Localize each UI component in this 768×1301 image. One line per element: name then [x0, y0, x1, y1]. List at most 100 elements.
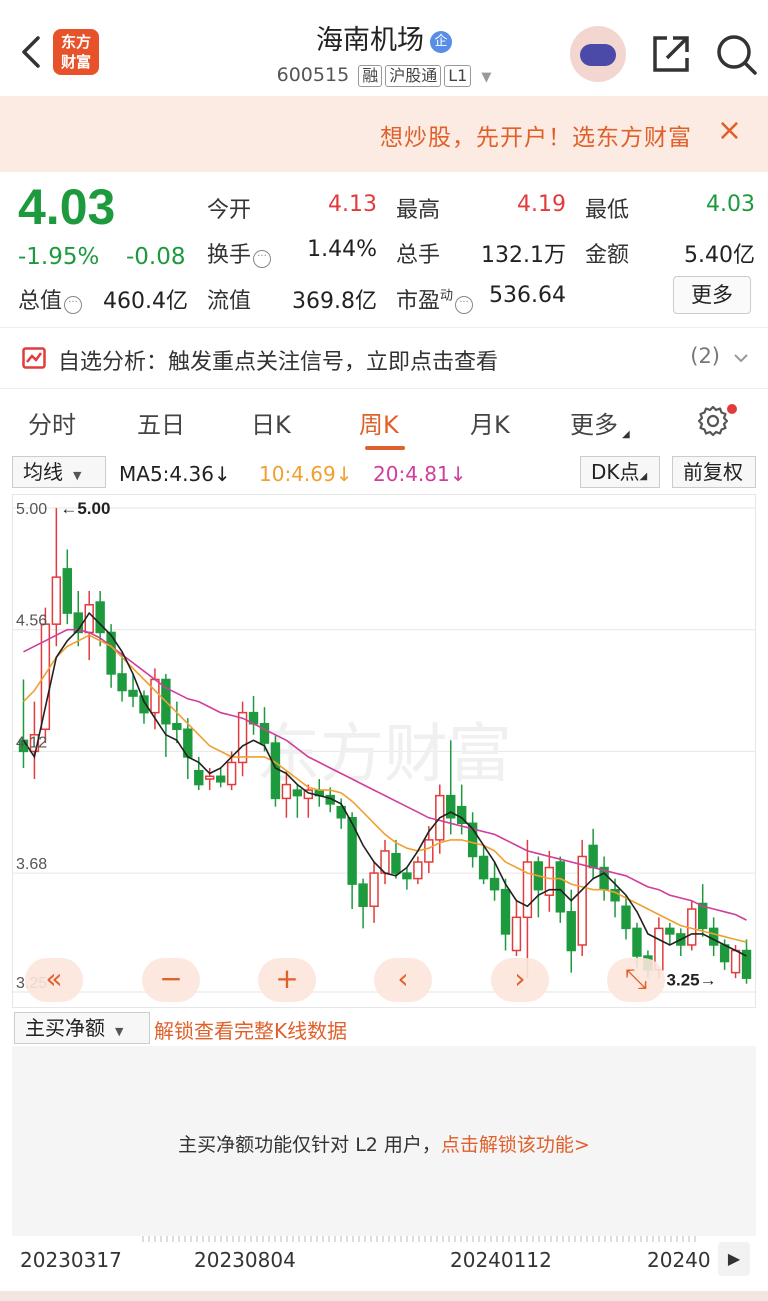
- info-icon[interactable]: ···: [253, 250, 272, 268]
- turnover-label-text: 换手: [207, 243, 252, 268]
- adjust-mode-button[interactable]: 前复权: [672, 456, 756, 488]
- high-label: 最高: [396, 198, 441, 223]
- share-icon[interactable]: [649, 32, 693, 76]
- candle-body: [621, 905, 631, 930]
- more-button[interactable]: 更多: [673, 276, 751, 314]
- scroll-left-button[interactable]: ‹: [374, 958, 432, 1002]
- y-tick-label: 4.12: [16, 734, 47, 751]
- candle-body: [369, 872, 379, 908]
- timeline: 20230317 20230804 20240112 20240 ▶: [0, 1236, 768, 1286]
- tab-monthly-k[interactable]: 月K: [470, 405, 510, 440]
- unlock-kline-link[interactable]: 解锁查看完整K线数据: [154, 1015, 347, 1044]
- ma20-value: 20:4.81↓: [373, 462, 467, 486]
- candle-body: [708, 927, 719, 946]
- timeline-date: 20230804: [194, 1248, 296, 1272]
- promo-text[interactable]: 想炒股，先开户！选东方财富: [380, 118, 692, 152]
- company-badge: 企: [430, 31, 452, 53]
- unlock-feature-link[interactable]: 点击解锁该功能>: [441, 1134, 590, 1156]
- candle-body: [215, 775, 226, 783]
- change-percent: -1.95%: [18, 244, 100, 270]
- tab-more-label: 更多: [570, 411, 618, 439]
- zoom-out-button[interactable]: −: [142, 958, 200, 1002]
- candle-body: [424, 839, 434, 863]
- y-tick-label: 4.56: [16, 613, 47, 630]
- info-icon[interactable]: ···: [455, 296, 474, 314]
- pe-label[interactable]: 市盈动 ···: [396, 283, 474, 315]
- promo-banner[interactable]: 想炒股，先开户！选东方财富 ×: [0, 96, 768, 172]
- gear-icon[interactable]: [696, 404, 730, 438]
- timeline-ticks: [142, 1236, 696, 1242]
- candle-body: [391, 852, 401, 874]
- dk-point-button[interactable]: DK点◢: [580, 456, 660, 488]
- tab-intraday[interactable]: 分时: [28, 405, 76, 440]
- indicator-row: 主买净额 ▼ 解锁查看完整K线数据: [0, 1010, 768, 1046]
- corner-triangle-icon: ◢: [622, 429, 630, 440]
- tag-margin: 融: [358, 65, 383, 87]
- tab-more[interactable]: 更多 ◢: [570, 405, 630, 440]
- y-tick-label: 5.00: [16, 501, 47, 518]
- info-icon[interactable]: ···: [64, 296, 83, 314]
- open-label: 今开: [207, 198, 252, 223]
- indicator-panel: 主买净额功能仅针对 L2 用户，点击解锁该功能>: [12, 1046, 756, 1236]
- dk-point-label: DK点: [591, 460, 640, 484]
- tab-weekly-k[interactable]: 周K: [359, 405, 399, 440]
- candle-body: [292, 789, 303, 797]
- tab-daily-k[interactable]: 日K: [251, 405, 291, 440]
- candle-body: [566, 911, 576, 952]
- timeline-date: 20240112: [450, 1248, 552, 1272]
- candle-body: [730, 949, 741, 974]
- indicator-type-select[interactable]: 均线 ▼: [12, 456, 106, 488]
- candle-body: [489, 877, 500, 891]
- header: 东方 财富 海南机场企 600515 融沪股通 L1 ▼: [0, 0, 768, 96]
- stock-name: 海南机场: [316, 25, 424, 56]
- quote-panel: 4.03 -1.95% -0.08 今开 4.13 最高 4.19 最低 4.0…: [0, 172, 768, 328]
- timeline-next-button[interactable]: ▶: [718, 1242, 750, 1276]
- high-value: 4.19: [517, 192, 566, 217]
- pe-label-text: 市盈: [396, 289, 441, 314]
- max-price-label: ←5.00: [60, 499, 110, 518]
- scroll-right-button[interactable]: ›: [491, 958, 549, 1002]
- dropdown-caret-icon[interactable]: ▼: [481, 70, 491, 85]
- candle-body: [62, 568, 72, 614]
- indicator-message: 主买净额功能仅针对 L2 用户，点击解锁该功能>: [12, 1130, 756, 1157]
- change-amount: -0.08: [126, 244, 186, 270]
- tab-five-day[interactable]: 五日: [137, 405, 185, 440]
- active-tab-indicator: [365, 446, 405, 450]
- scroll-start-button[interactable]: «: [25, 958, 83, 1002]
- candle-body: [128, 689, 138, 697]
- candle-body: [555, 861, 565, 913]
- watchlist-analysis-row[interactable]: 自选分析：触发重点关注信号，立即点击查看 (2): [0, 329, 768, 389]
- min-price-label: 3.25→: [667, 971, 717, 990]
- amount-label: 金额: [585, 243, 630, 268]
- turnover-label[interactable]: 换手 ···: [207, 237, 272, 269]
- candle-body: [270, 742, 281, 800]
- timeline-date: 20240: [647, 1248, 711, 1272]
- candle-body: [665, 927, 675, 935]
- candle-body: [511, 916, 522, 952]
- indicator-select[interactable]: 主买净额 ▼: [14, 1012, 150, 1044]
- candle-body: [51, 576, 62, 625]
- ma10-value: 10:4.69↓: [259, 462, 353, 486]
- close-icon[interactable]: ×: [717, 116, 742, 146]
- indicator-select-label: 主买净额: [25, 1016, 105, 1040]
- market-cap-label-text: 总值: [18, 289, 63, 314]
- candle-body: [413, 861, 423, 880]
- candle-body: [632, 927, 642, 957]
- chevron-down-icon[interactable]: [732, 351, 750, 365]
- moving-average-row: 均线 ▼ MA5:4.36↓ 10:4.69↓ 20:4.81↓ DK点◢ 前复权: [0, 456, 768, 494]
- timeline-date: 20230317: [20, 1248, 122, 1272]
- period-tabs: 分时 五日 日K 周K 月K 更多 ◢: [0, 390, 768, 454]
- market-cap-label[interactable]: 总值 ···: [18, 283, 83, 315]
- zoom-in-button[interactable]: +: [258, 958, 316, 1002]
- fullscreen-button[interactable]: ⤡: [607, 958, 665, 1002]
- pe-superscript: 动: [440, 288, 454, 304]
- chart-watermark: 东方财富: [256, 718, 512, 790]
- robot-avatar-icon[interactable]: [570, 26, 626, 82]
- indicator-type-label: 均线: [23, 460, 63, 484]
- candle-body: [478, 855, 489, 880]
- candlestick-chart[interactable]: 东方财富 5.004.564.123.683.25 ←5.00 3.25→: [12, 494, 756, 1008]
- candle-body: [205, 775, 215, 780]
- search-icon[interactable]: [714, 32, 758, 76]
- analysis-text[interactable]: 自选分析：触发重点关注信号，立即点击查看: [58, 344, 498, 376]
- turnover-value: 1.44%: [307, 237, 377, 262]
